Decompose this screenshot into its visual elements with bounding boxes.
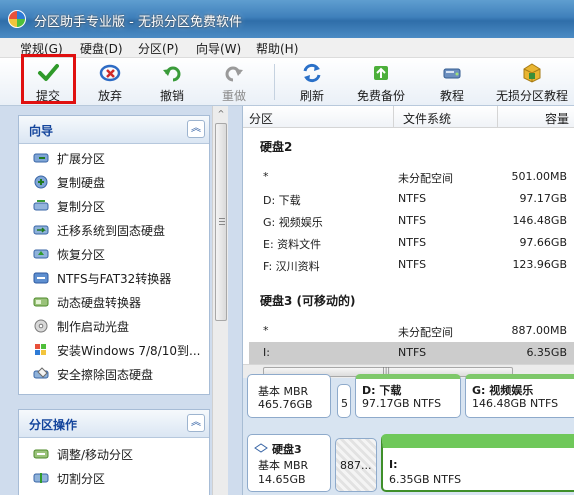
wizard-item-recover-partition[interactable]: 恢复分区	[19, 242, 209, 266]
refresh-icon	[303, 63, 321, 83]
table-row-selected[interactable]: I: NTFS 6.35GB	[249, 342, 574, 364]
column-header: 分区 文件系统 容量	[243, 106, 574, 128]
dynamic-disk-icon	[33, 297, 49, 307]
wizard-item-extend-partition[interactable]: 扩展分区	[19, 146, 209, 170]
table-row[interactable]: D: 下载 NTFS 97.17GB	[249, 188, 574, 210]
app-logo-icon	[8, 10, 26, 28]
table-row[interactable]: F: 汉川资料 NTFS 123.96GB	[249, 254, 574, 276]
menu-disk[interactable]: 硬盘(D)	[80, 40, 123, 57]
disk3-title[interactable]: 硬盘3 (可移动的)	[260, 292, 356, 309]
windows-icon	[35, 344, 46, 355]
wizard-group-header: 向导 ︽	[19, 116, 209, 144]
disk2-title[interactable]: 硬盘2	[260, 138, 292, 155]
undo-arrow-icon	[163, 66, 181, 82]
disk2-map-partition-d[interactable]: D: 下载 97.17GB NTFS	[355, 374, 461, 418]
menu-help[interactable]: 帮助(H)	[256, 40, 298, 57]
window-title: 分区助手专业版 - 无损分区免费软件	[34, 15, 242, 30]
partition-ops-title: 分区操作	[29, 418, 78, 432]
table-row[interactable]: E: 资料文件 NTFS 97.66GB	[249, 232, 574, 254]
discard-icon	[99, 64, 121, 82]
extend-partition-icon	[33, 153, 49, 163]
partition-list-panel: 分区 文件系统 容量 硬盘2 * 未分配空间 501.00MB D: 下载 NT…	[242, 106, 574, 495]
tutorial-button[interactable]: 教程	[436, 60, 468, 104]
disk2-map-unallocated[interactable]: 5	[337, 384, 351, 418]
disk3-map-info[interactable]: 硬盘3 基本 MBR 14.65GB	[247, 434, 331, 492]
free-backup-button[interactable]: 免费备份	[356, 60, 406, 104]
backup-icon	[374, 66, 388, 80]
toolbar-separator	[274, 64, 275, 100]
col-filesystem[interactable]: 文件系统	[403, 110, 451, 127]
secure-erase-icon	[33, 367, 49, 379]
recover-partition-icon	[33, 249, 49, 259]
partition-ops-header: 分区操作 ︽	[19, 410, 209, 438]
toolbar: 提交 放弃 撤销 重做 刷新 免费备份 教程 无损分区教程	[0, 58, 574, 106]
disk3-map-unallocated[interactable]: 887...	[335, 438, 377, 492]
wizard-group: 向导 ︽ 扩展分区 复制硬盘 复制分区 迁移系统到固态硬盘 恢复分区 NTFS与…	[18, 115, 210, 395]
split-partition-icon	[33, 473, 49, 483]
col-capacity[interactable]: 容量	[545, 110, 569, 127]
wizard-item-bootable-cd[interactable]: 制作启动光盘	[19, 314, 209, 338]
menu-bar: 常规(G) 硬盘(D) 分区(P) 向导(W) 帮助(H)	[0, 38, 574, 58]
bootable-cd-icon	[34, 319, 48, 333]
disk2-map-partition-g[interactable]: G: 视频娱乐 146.48GB NTFS	[465, 374, 574, 418]
redo-button[interactable]: 重做	[218, 60, 250, 104]
wizard-item-secure-erase[interactable]: 安全擦除固态硬盘	[19, 362, 209, 386]
disk2-map-info[interactable]: 基本 MBR 465.76GB	[247, 374, 331, 418]
left-panel-scrollbar[interactable]: ^	[212, 106, 228, 495]
disk-map: 基本 MBR 465.76GB 5 D: 下载 97.17GB NTFS G: …	[243, 374, 574, 495]
collapse-up-icon[interactable]: ︽	[187, 120, 205, 138]
undo-button[interactable]: 撤销	[156, 60, 188, 104]
partition-op-resize[interactable]: 调整/移动分区	[19, 442, 209, 466]
collapse-up-icon[interactable]: ︽	[187, 414, 205, 432]
wizard-title: 向导	[29, 124, 54, 138]
copy-partition-icon	[33, 200, 49, 211]
wizard-item-install-windows[interactable]: 安装Windows 7/8/10到...	[19, 338, 209, 362]
disk3-map-partition-i[interactable]: I: 6.35GB NTFS	[381, 434, 574, 492]
title-bar: 分区助手专业版 - 无损分区免费软件	[0, 0, 574, 38]
discard-button[interactable]: 放弃	[94, 60, 126, 104]
refresh-button[interactable]: 刷新	[296, 60, 328, 104]
wizard-item-copy-disk[interactable]: 复制硬盘	[19, 170, 209, 194]
tutorial-drive-icon	[443, 68, 461, 79]
wizard-item-ntfs-fat32[interactable]: NTFS与FAT32转换器	[19, 266, 209, 290]
redo-arrow-icon	[225, 66, 243, 82]
col-partition[interactable]: 分区	[249, 110, 273, 127]
wizard-item-dynamic-disk[interactable]: 动态硬盘转换器	[19, 290, 209, 314]
wizard-item-migrate-os[interactable]: 迁移系统到固态硬盘	[19, 218, 209, 242]
migrate-os-icon	[33, 225, 49, 235]
wizard-item-copy-partition[interactable]: 复制分区	[19, 194, 209, 218]
ntfs-fat32-icon	[33, 272, 49, 284]
menu-wizard[interactable]: 向导(W)	[196, 40, 241, 57]
scrollbar-thumb[interactable]	[215, 123, 227, 321]
commit-highlight-box	[21, 54, 76, 104]
menu-partition[interactable]: 分区(P)	[138, 40, 179, 57]
partition-ops-group: 分区操作 ︽ 调整/移动分区 切割分区	[18, 409, 210, 495]
copy-disk-icon	[34, 175, 48, 189]
scroll-up-arrow-icon[interactable]: ^	[213, 106, 229, 122]
table-row[interactable]: G: 视频娱乐 NTFS 146.48GB	[249, 210, 574, 232]
table-row[interactable]: * 未分配空间 887.00MB	[249, 320, 574, 342]
table-row[interactable]: * 未分配空间 501.00MB	[249, 166, 574, 188]
disk-drive-icon	[254, 443, 268, 453]
lossless-tutorial-icon	[523, 63, 541, 83]
left-panel: 向导 ︽ 扩展分区 复制硬盘 复制分区 迁移系统到固态硬盘 恢复分区 NTFS与…	[0, 106, 242, 495]
lossless-tutorial-button[interactable]: 无损分区教程	[494, 60, 570, 104]
partition-op-split[interactable]: 切割分区	[19, 466, 209, 490]
resize-partition-icon	[33, 449, 49, 459]
